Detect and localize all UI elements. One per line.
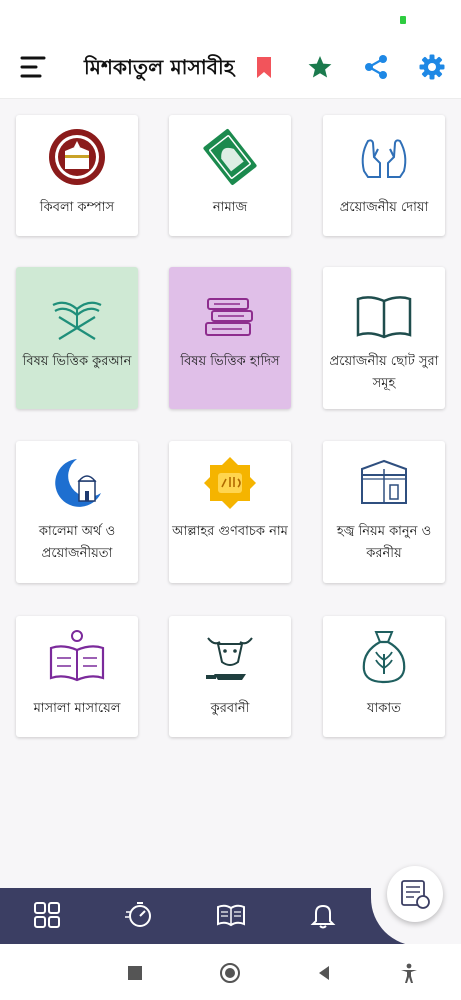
card-label: কুরবানী	[210, 701, 250, 716]
book-icon[interactable]	[216, 900, 246, 930]
card-label: মাসালা মাসায়েল	[33, 701, 121, 716]
kaaba-compass-icon	[49, 129, 105, 185]
quran-stand-icon	[52, 301, 102, 340]
system-nav-bar	[0, 944, 461, 1000]
card-allah-names[interactable]: আল্লাহর গুণবাচক নাম	[169, 441, 291, 583]
moon-mosque-icon	[55, 459, 101, 507]
card-label: হজ্ব নিয়ম কানুন ও করনীয়	[336, 524, 432, 561]
money-bag-icon	[362, 631, 406, 684]
battery-indicator	[400, 16, 406, 24]
praying-hands-icon	[361, 139, 407, 178]
card-topic-hadith[interactable]: বিষয় ভিত্তিক হাদিস	[169, 267, 291, 409]
back-icon[interactable]	[313, 962, 335, 984]
card-kalima[interactable]: কালেমা অর্থ ও প্রয়োজনীয়তা	[16, 441, 138, 583]
share-icon[interactable]	[362, 53, 390, 81]
bookmark-icon[interactable]	[250, 53, 278, 81]
card-label: কালেমা অর্থ ও প্রয়োজনীয়তা	[38, 524, 116, 561]
accessibility-icon[interactable]	[398, 962, 420, 984]
kaaba-icon	[361, 459, 407, 504]
card-short-surah[interactable]: প্রয়োজনীয় ছোট সুরা সমূহ	[323, 267, 445, 409]
star-icon[interactable]	[306, 53, 334, 81]
card-label: নামাজ	[212, 200, 248, 215]
books-stack-icon	[205, 298, 253, 336]
card-label: আল্লাহর গুণবাচক নাম	[172, 524, 288, 539]
card-label: বিষয় ভিত্তিক কুরআন	[22, 354, 132, 369]
card-qibla-compass[interactable]: কিবলা কম্পাস	[16, 115, 138, 236]
card-label: বিষয় ভিত্তিক হাদিস	[180, 354, 280, 369]
bell-icon[interactable]	[308, 900, 338, 930]
square-icon[interactable]	[124, 962, 146, 984]
grid-icon[interactable]	[32, 900, 62, 930]
card-namaz[interactable]: নামাজ	[169, 115, 291, 236]
app-bar: মিশকাতুল মাসাবীহ	[0, 40, 461, 99]
card-hajj-rules[interactable]: হজ্ব নিয়ম কানুন ও করনীয়	[323, 441, 445, 583]
card-label: কিবলা কম্পাস	[39, 200, 115, 215]
card-masala[interactable]: মাসালা মাসায়েল	[16, 616, 138, 737]
book-list-icon	[401, 880, 430, 909]
app-title-text: মিশকাতুল মাসাবীহ	[84, 55, 235, 79]
open-book-icon	[356, 296, 412, 339]
timer-icon[interactable]	[124, 900, 154, 930]
status-bar	[0, 0, 461, 40]
allah-badge-icon	[204, 457, 256, 509]
card-qurbani[interactable]: কুরবানী	[169, 616, 291, 737]
card-label: প্রয়োজনীয় দোয়া	[339, 200, 429, 215]
menu-icon[interactable]	[18, 52, 48, 82]
idea-book-icon	[49, 630, 105, 682]
cow-knife-icon	[206, 637, 253, 680]
feature-grid: কিবলা কম্পাস নামাজ প্রয়োজনীয় দোয়া বিষ…	[0, 99, 461, 759]
circle-icon[interactable]	[219, 962, 241, 984]
prayer-mat-icon	[203, 129, 257, 185]
card-necessary-dua[interactable]: প্রয়োজনীয় দোয়া	[323, 115, 445, 236]
card-topic-quran[interactable]: বিষয় ভিত্তিক কুরআন	[16, 267, 138, 409]
card-zakat[interactable]: যাকাত	[323, 616, 445, 737]
app-title: মিশকাতুল মাসাবীহ	[84, 53, 235, 86]
card-label: প্রয়োজনীয় ছোট সুরা সমূহ	[329, 354, 439, 391]
card-label: যাকাত	[367, 701, 401, 716]
fab-button[interactable]	[387, 866, 443, 922]
settings-icon[interactable]	[418, 53, 446, 81]
